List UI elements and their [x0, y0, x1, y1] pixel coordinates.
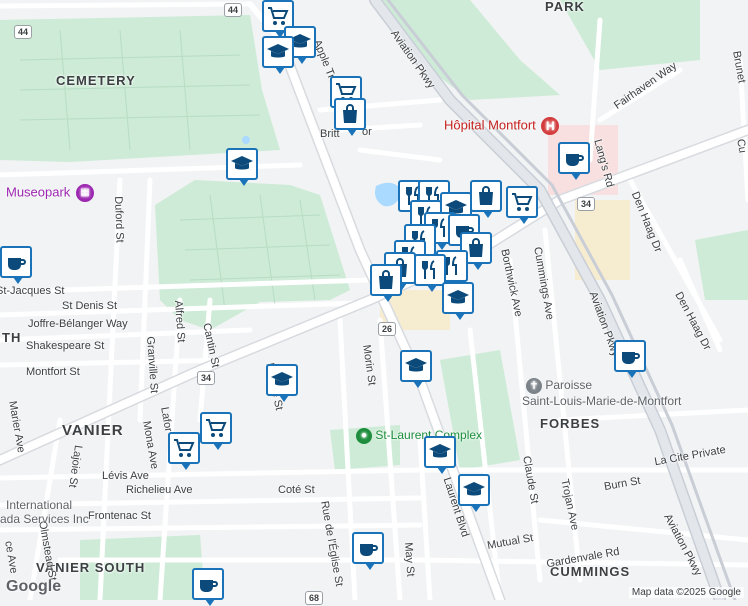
coffee-cup-icon: [200, 580, 218, 592]
coffee-cup-icon: [566, 154, 584, 166]
marker-grocery[interactable]: [168, 432, 200, 470]
street-shakespeare-st: Shakespeare St: [26, 340, 105, 352]
church-icon: ✝: [526, 378, 542, 394]
area-label-vanier: VANIER: [62, 422, 124, 439]
marker-shop[interactable]: [334, 98, 366, 136]
marker-school[interactable]: [262, 36, 294, 74]
poi-paroisse[interactable]: ✝ Paroisse: [526, 378, 592, 394]
poi-paroisse-name: Saint-Louis-Marie-de-Montfort: [522, 394, 682, 408]
poi-st-laurent-complex[interactable]: ● St-Laurent Complex: [356, 428, 482, 444]
museum-icon: ▦: [75, 184, 94, 202]
coffee-cup-icon: [360, 544, 378, 556]
graduation-cap-icon: [463, 482, 485, 496]
area-label-th: TH: [2, 330, 22, 345]
location-pin-icon: ●: [356, 428, 372, 444]
poi-label: Museopark: [6, 184, 71, 200]
map-attribution[interactable]: Map data ©2025 Google: [628, 587, 744, 598]
poi-ada-services: ada Services Inc: [0, 512, 89, 526]
area-label-park: PARK: [545, 0, 585, 14]
shopping-bag-icon: [343, 104, 357, 123]
coffee-cup-icon: [622, 352, 640, 364]
route-shield-34: 34: [197, 371, 216, 385]
marker-cafe[interactable]: [192, 568, 224, 606]
marker-school[interactable]: [266, 364, 298, 402]
marker-school[interactable]: [400, 350, 432, 388]
marker-school[interactable]: [424, 436, 456, 474]
graduation-cap-icon: [267, 44, 289, 58]
marker-cafe[interactable]: [352, 532, 384, 570]
poi-international: International: [6, 498, 73, 512]
street-st-denis-st: St Denis St: [62, 300, 118, 312]
poi-museopark[interactable]: Museopark ▦: [6, 184, 94, 202]
street-st-jacques-st: St-Jacques St: [0, 285, 65, 297]
shopping-cart-icon: [206, 419, 227, 437]
marker-shop[interactable]: [470, 180, 502, 218]
marker-restaurant[interactable]: [414, 254, 446, 292]
street-cu: Cu: [734, 138, 748, 154]
route-shield-44-west: 44: [14, 25, 33, 39]
marker-grocery[interactable]: [506, 186, 538, 224]
street-cote-st: Coté St: [278, 484, 315, 496]
google-logo[interactable]: Google: [6, 578, 61, 596]
fork-knife-icon: [422, 260, 435, 279]
poi-label: Paroisse: [545, 378, 593, 393]
marker-school[interactable]: [458, 474, 490, 512]
graduation-cap-icon: [429, 444, 451, 458]
marker-grocery[interactable]: [200, 412, 232, 450]
pond-small: [242, 136, 250, 144]
marker-school[interactable]: [226, 148, 258, 186]
street-levis-ave: Lévis Ave: [102, 470, 149, 482]
street-may-st: May St: [402, 542, 417, 577]
shopping-bag-icon: [379, 270, 393, 289]
graduation-cap-icon: [231, 156, 253, 170]
street-duford-st: Duford St: [112, 196, 126, 243]
route-shield-26: 26: [378, 322, 397, 336]
route-shield-44: 44: [224, 3, 243, 17]
graduation-cap-icon: [447, 290, 469, 304]
shopping-cart-icon: [268, 7, 289, 25]
marker-school[interactable]: [442, 282, 474, 320]
hospital-icon: H: [541, 117, 560, 135]
shopping-cart-icon: [174, 439, 195, 457]
route-shield-34-east: 34: [577, 197, 596, 211]
street-richelieu-ave: Richelieu Ave: [126, 484, 193, 496]
street-frontenac-st: Frontenac St: [88, 510, 151, 522]
graduation-cap-icon: [405, 358, 427, 372]
poi-label: Hôpital Montfort: [444, 117, 536, 133]
route-shield-68: 68: [305, 591, 324, 605]
shopping-bag-icon: [479, 186, 493, 205]
marker-cafe[interactable]: [0, 246, 32, 284]
coffee-cup-icon: [8, 258, 26, 270]
shopping-cart-icon: [512, 193, 533, 211]
street-joffre-belanger-way: Joffre-Bélanger Way: [28, 318, 128, 330]
poi-hopital-montfort[interactable]: Hôpital Montfort H: [444, 117, 560, 135]
marker-cafe[interactable]: [614, 340, 646, 378]
area-label-forbes: FORBES: [540, 416, 601, 431]
street-montfort-st: Montfort St: [26, 366, 80, 378]
marker-shop[interactable]: [370, 264, 402, 302]
graduation-cap-icon: [271, 372, 293, 386]
area-label-cemetery: CEMETERY: [56, 73, 136, 88]
marker-cafe[interactable]: [558, 142, 590, 180]
